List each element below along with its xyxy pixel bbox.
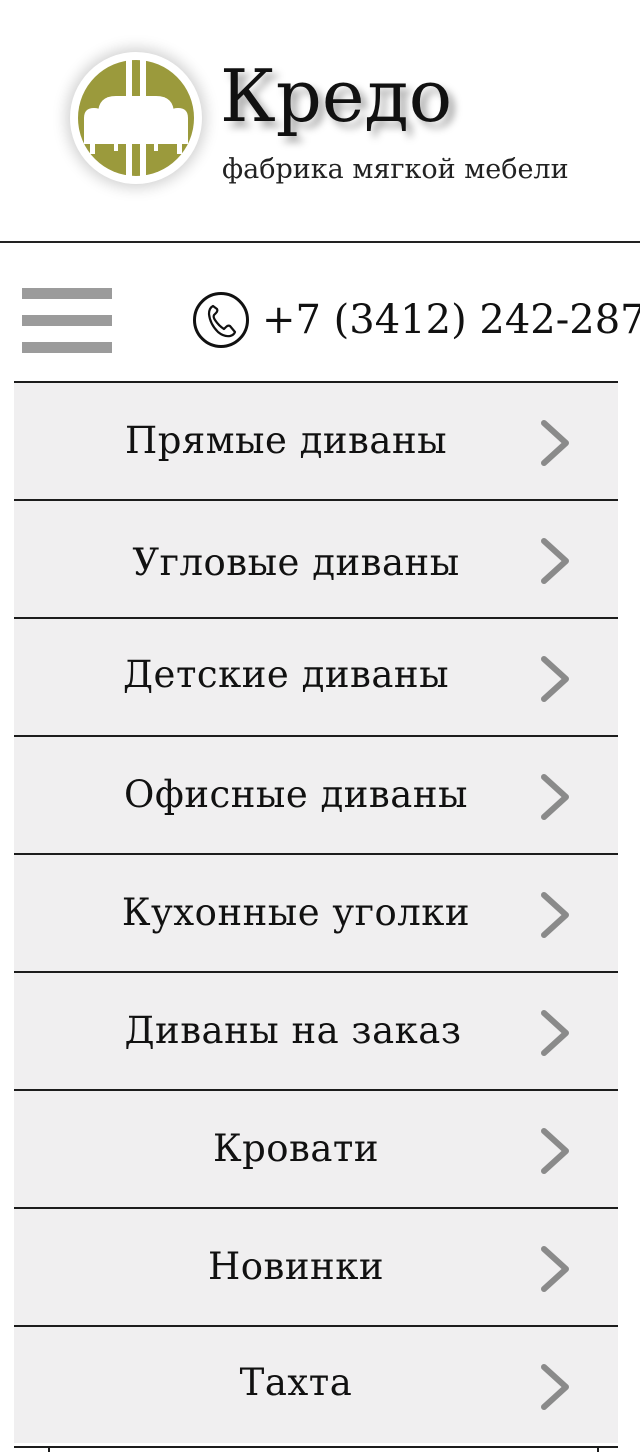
logo[interactable] [70, 52, 210, 184]
chevron-right-icon [541, 420, 569, 466]
menu-item-custom-sofas[interactable]: Диваны на заказ [14, 971, 618, 1089]
site-header: Кредо фабрика мягкой мебели [0, 0, 640, 243]
menu-item-label: Диваны на заказ [124, 1009, 462, 1052]
sofa-logo-icon [78, 58, 194, 178]
hamburger-line [22, 288, 112, 299]
menu-item-office-sofas[interactable]: Офисные диваны [14, 735, 618, 853]
menu-item-kids-sofas[interactable]: Детские диваны [14, 617, 618, 735]
chevron-right-icon [541, 892, 569, 938]
hamburger-line [22, 342, 112, 353]
menu-item-corner-sofas[interactable]: Угловые диваны [14, 499, 618, 617]
menu-item-daybed[interactable]: Тахта [14, 1325, 618, 1443]
chevron-right-icon [541, 538, 569, 584]
menu-item-straight-sofas[interactable]: Прямые диваны [14, 381, 618, 499]
menu-item-beds[interactable]: Кровати [14, 1089, 618, 1207]
menu-bottom-divider [14, 1446, 618, 1448]
top-bar: +7 (3412) 242-287 [0, 243, 640, 383]
phone-icon[interactable] [192, 291, 250, 349]
menu-item-label: Прямые диваны [124, 419, 448, 462]
brand-title: Кредо [220, 54, 453, 138]
chevron-right-icon [541, 1128, 569, 1174]
chevron-right-icon [541, 1364, 569, 1410]
divider-tick [597, 1446, 599, 1452]
menu-item-label: Офисные диваны [124, 773, 468, 816]
chevron-right-icon [541, 1010, 569, 1056]
menu-item-label: Новинки [208, 1245, 384, 1288]
menu-item-label: Детские диваны [122, 653, 450, 696]
brand-subtitle: фабрика мягкой мебели [222, 154, 569, 185]
menu-item-new-arrivals[interactable]: Новинки [14, 1207, 618, 1325]
phone-number[interactable]: +7 (3412) 242-287 [262, 291, 640, 349]
menu-item-kitchen-corners[interactable]: Кухонные уголки [14, 853, 618, 971]
hamburger-menu-button[interactable] [22, 288, 112, 354]
menu-item-label: Угловые диваны [132, 541, 460, 584]
divider-tick [48, 1446, 50, 1452]
menu-item-label: Тахта [239, 1361, 353, 1404]
chevron-right-icon [541, 774, 569, 820]
category-menu: Прямые диваны Угловые диваны Детские див… [14, 381, 618, 1443]
chevron-right-icon [541, 1246, 569, 1292]
menu-item-label: Кухонные уголки [121, 891, 471, 934]
menu-item-label: Кровати [212, 1127, 380, 1170]
hamburger-line [22, 315, 112, 326]
chevron-right-icon [541, 656, 569, 702]
